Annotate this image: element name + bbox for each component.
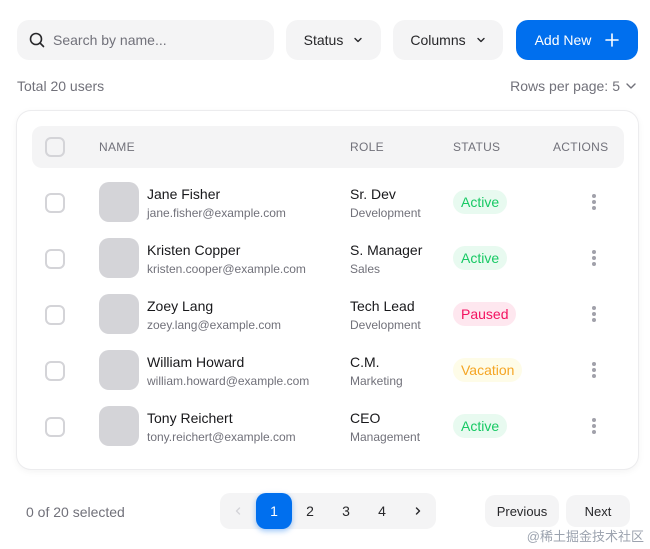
more-actions-icon[interactable] bbox=[586, 416, 602, 436]
table-row[interactable]: Kristen Copper kristen.cooper@example.co… bbox=[17, 229, 638, 285]
table-row[interactable]: William Howard william.howard@example.co… bbox=[17, 341, 638, 397]
avatar bbox=[99, 294, 139, 334]
user-role: C.M. bbox=[350, 354, 380, 370]
user-team: Development bbox=[350, 318, 421, 332]
rows-per-page-value: 5 bbox=[612, 78, 620, 94]
status-filter-label: Status bbox=[303, 32, 344, 48]
search-icon bbox=[29, 32, 45, 48]
add-new-button[interactable]: Add New bbox=[516, 20, 638, 60]
row-checkbox[interactable] bbox=[45, 305, 65, 325]
rows-per-page-label: Rows per page: bbox=[510, 78, 609, 94]
user-role: S. Manager bbox=[350, 242, 423, 258]
plus-icon bbox=[605, 33, 620, 47]
status-badge: Active bbox=[453, 414, 508, 438]
more-actions-icon[interactable] bbox=[586, 248, 602, 268]
avatar bbox=[99, 238, 139, 278]
user-role: Sr. Dev bbox=[350, 186, 396, 202]
table-header: NAME ROLE STATUS ACTIONS bbox=[32, 126, 624, 168]
user-team: Marketing bbox=[350, 374, 403, 388]
columns-button[interactable]: Columns bbox=[393, 20, 503, 60]
more-actions-icon[interactable] bbox=[586, 360, 602, 380]
user-team: Development bbox=[350, 206, 421, 220]
search-box[interactable] bbox=[17, 20, 274, 60]
row-checkbox[interactable] bbox=[45, 417, 65, 437]
table-meta: Total 20 users Rows per page: 5 bbox=[17, 78, 638, 96]
user-name: Jane Fisher bbox=[147, 186, 221, 202]
total-users: Total 20 users bbox=[17, 78, 105, 94]
table-footer: 0 of 20 selected 1 2 3 4 Previous Next bbox=[0, 493, 650, 529]
user-name: Tony Reichert bbox=[147, 410, 233, 426]
status-badge: Paused bbox=[453, 302, 517, 326]
status-badge: Vacation bbox=[453, 358, 523, 382]
user-role: Tech Lead bbox=[350, 298, 415, 314]
user-role: CEO bbox=[350, 410, 381, 426]
user-name: Kristen Copper bbox=[147, 242, 241, 258]
status-badge: Active bbox=[453, 190, 508, 214]
user-email: tony.reichert@example.com bbox=[147, 430, 296, 444]
select-all-checkbox[interactable] bbox=[45, 137, 65, 157]
pagination-page-1[interactable]: 1 bbox=[256, 493, 292, 529]
table-row[interactable]: Zoey Lang zoey.lang@example.com Tech Lea… bbox=[17, 285, 638, 341]
status-filter-button[interactable]: Status bbox=[286, 20, 381, 60]
user-email: jane.fisher@example.com bbox=[147, 206, 286, 220]
watermark: @稀土掘金技术社区 bbox=[526, 529, 644, 544]
add-new-label: Add New bbox=[534, 32, 592, 48]
user-team: Management bbox=[350, 430, 421, 444]
user-name: Zoey Lang bbox=[147, 298, 214, 314]
user-team: Sales bbox=[350, 262, 381, 276]
toolbar: Status Columns Add New bbox=[17, 20, 638, 60]
status-badge: Active bbox=[453, 246, 508, 270]
table-row[interactable]: Tony Reichert tony.reichert@example.com … bbox=[17, 397, 638, 453]
user-name: William Howard bbox=[147, 354, 245, 370]
chevron-down-icon bbox=[476, 37, 485, 43]
table-row[interactable]: Jane Fisher jane.fisher@example.com Sr. … bbox=[17, 173, 638, 229]
row-checkbox[interactable] bbox=[45, 361, 65, 381]
row-checkbox[interactable] bbox=[45, 193, 65, 213]
pagination-page-2[interactable]: 2 bbox=[292, 493, 328, 529]
more-actions-icon[interactable] bbox=[586, 304, 602, 324]
pagination-next-arrow[interactable] bbox=[400, 493, 436, 529]
next-button[interactable]: Next bbox=[566, 495, 630, 527]
column-header-actions: ACTIONS bbox=[553, 140, 609, 154]
pagination-page-3[interactable]: 3 bbox=[328, 493, 364, 529]
avatar bbox=[99, 406, 139, 446]
columns-label: Columns bbox=[410, 32, 466, 48]
previous-button[interactable]: Previous bbox=[485, 495, 559, 527]
column-header-name[interactable]: NAME bbox=[99, 140, 135, 154]
chevron-left-icon bbox=[235, 507, 241, 515]
search-input[interactable] bbox=[53, 32, 253, 48]
user-email: kristen.cooper@example.com bbox=[147, 262, 306, 276]
chevron-down-icon bbox=[354, 37, 363, 43]
rows-per-page-select[interactable]: Rows per page: 5 bbox=[510, 78, 638, 94]
user-email: zoey.lang@example.com bbox=[147, 318, 282, 332]
pagination-prev-arrow[interactable] bbox=[220, 493, 256, 529]
chevron-right-icon bbox=[415, 507, 421, 515]
selection-count: 0 of 20 selected bbox=[26, 504, 125, 520]
user-email: william.howard@example.com bbox=[147, 374, 310, 388]
pagination: 1 2 3 4 bbox=[220, 493, 436, 529]
avatar bbox=[99, 350, 139, 390]
more-actions-icon[interactable] bbox=[586, 192, 602, 212]
row-checkbox[interactable] bbox=[45, 249, 65, 269]
avatar bbox=[99, 182, 139, 222]
chevron-down-icon bbox=[626, 83, 636, 89]
column-header-role[interactable]: ROLE bbox=[350, 140, 384, 154]
pagination-page-4[interactable]: 4 bbox=[364, 493, 400, 529]
column-header-status[interactable]: STATUS bbox=[453, 140, 500, 154]
users-table: NAME ROLE STATUS ACTIONS Jane Fisher jan… bbox=[17, 111, 638, 469]
